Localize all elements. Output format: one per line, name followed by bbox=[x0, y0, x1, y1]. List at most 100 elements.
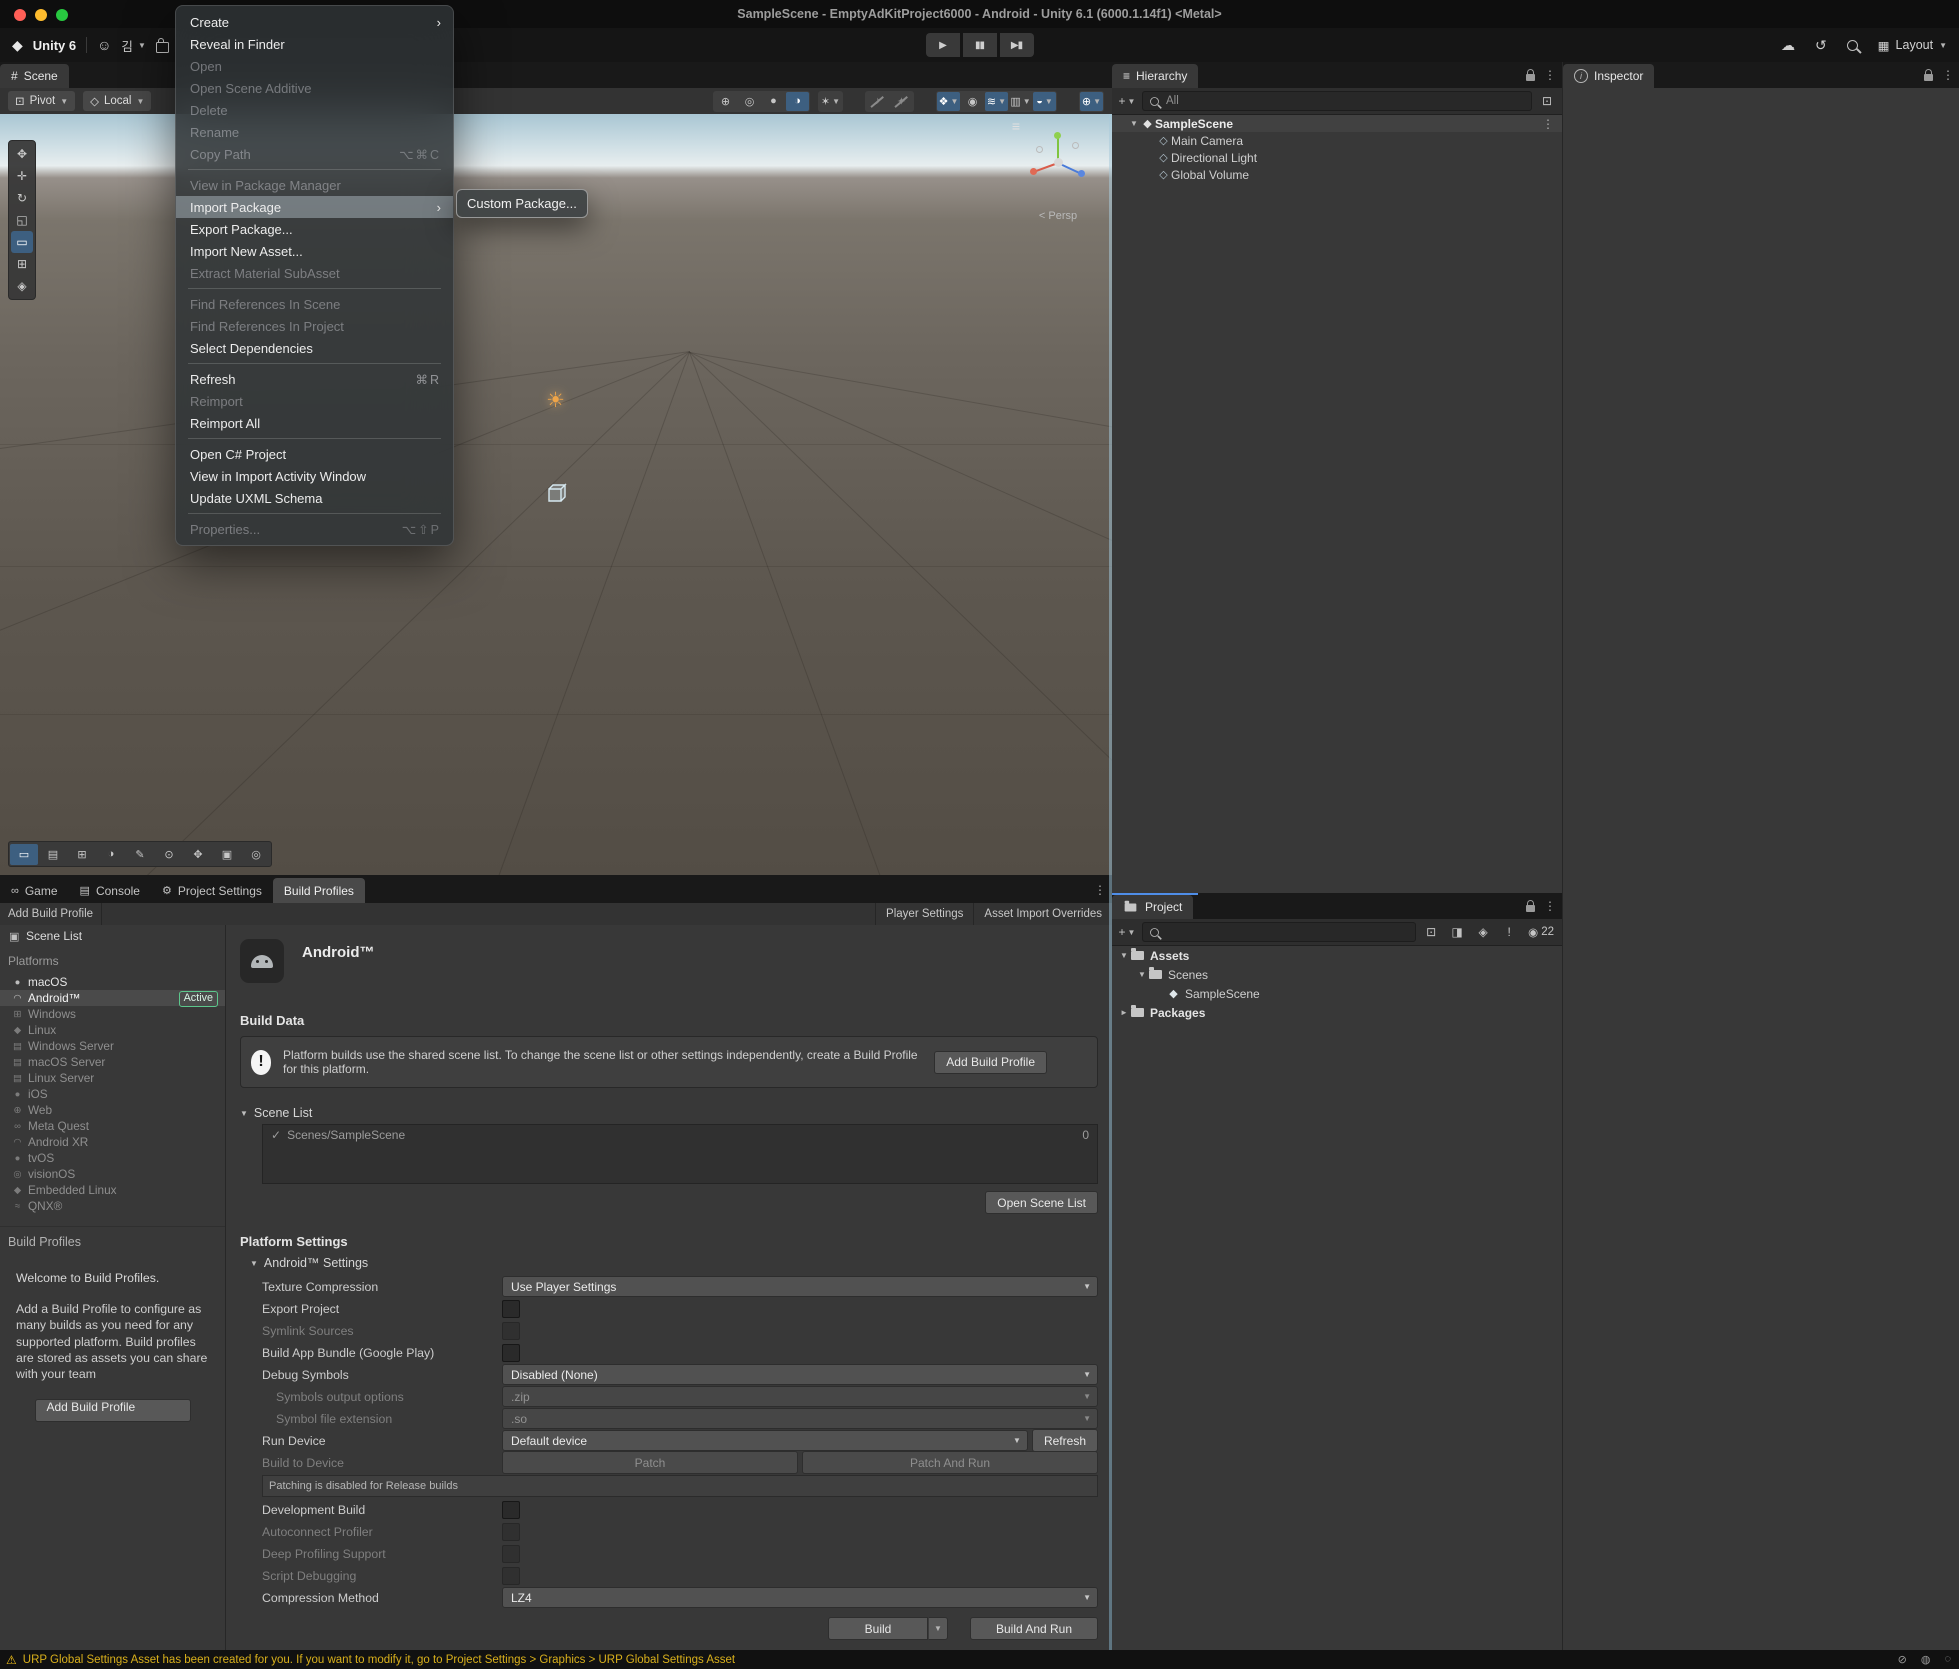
layers-icon[interactable]: ▤ bbox=[39, 844, 67, 865]
visibility-count[interactable]: ◉ 22 bbox=[1524, 925, 1558, 939]
project-row-packages[interactable]: ►Packages bbox=[1112, 1003, 1562, 1022]
foldout-arrow-icon[interactable]: ▼ bbox=[1128, 119, 1140, 128]
scene-cube-icon[interactable] bbox=[543, 480, 569, 511]
notifications-muted-icon[interactable]: ⊘ bbox=[1898, 1653, 1907, 1666]
platform-item-macos[interactable]: ●macOS bbox=[0, 974, 225, 990]
axis-z-tip[interactable] bbox=[1078, 170, 1085, 177]
tab-project-settings[interactable]: ⚙Project Settings bbox=[151, 878, 273, 903]
menu-item-update-uxml-schema[interactable]: Update UXML Schema bbox=[176, 487, 453, 509]
axis-y-tip[interactable] bbox=[1054, 132, 1061, 139]
scene-visibility-icon[interactable]: ◉ bbox=[961, 92, 984, 111]
picker-icon[interactable]: ⊡ bbox=[1536, 91, 1558, 111]
move-tool-icon[interactable]: ✛ bbox=[11, 165, 33, 187]
label-icon[interactable]: ◈ bbox=[1472, 922, 1494, 942]
tab-hierarchy[interactable]: ≡ Hierarchy bbox=[1112, 64, 1198, 88]
close-window-icon[interactable] bbox=[14, 9, 26, 21]
project-search-input[interactable] bbox=[1142, 922, 1416, 942]
project-row-samplescene[interactable]: ◆SampleScene bbox=[1112, 984, 1562, 1003]
platform-item-linux[interactable]: ◆Linux bbox=[0, 1022, 225, 1038]
zoom-window-icon[interactable] bbox=[56, 9, 68, 21]
tab-game[interactable]: ∞Game bbox=[0, 878, 69, 903]
orientation-gizmo[interactable] bbox=[1012, 116, 1104, 208]
log-icon[interactable]: ! bbox=[1498, 922, 1520, 942]
rect-mode-icon[interactable]: ▭ bbox=[10, 844, 38, 865]
pan-icon[interactable]: ✥ bbox=[184, 844, 212, 865]
platform-item-windows[interactable]: ⊞Windows bbox=[0, 1006, 225, 1022]
view-tool-icon[interactable]: ✥ bbox=[11, 143, 33, 165]
account-icon[interactable]: ☺ bbox=[97, 37, 111, 53]
menu-item-open-c-project[interactable]: Open C# Project bbox=[176, 443, 453, 465]
status-bar[interactable]: ⚠ URP Global Settings Asset has been cre… bbox=[0, 1650, 1959, 1669]
camera-preview-icon[interactable]: ◒▼ bbox=[1033, 92, 1056, 111]
compass-icon[interactable]: ◎ bbox=[242, 844, 270, 865]
gizmo-center[interactable] bbox=[1054, 158, 1063, 167]
grid-icon[interactable]: ⊞ bbox=[68, 844, 96, 865]
compression-method-dropdown[interactable]: LZ4▼ bbox=[502, 1587, 1098, 1608]
asset-import-overrides-button[interactable]: Asset Import Overrides bbox=[974, 908, 1112, 920]
platform-item-visionos[interactable]: ◎visionOS bbox=[0, 1166, 225, 1182]
context-submenu-item-custom-package[interactable]: Custom Package... bbox=[456, 189, 588, 218]
debug-symbols-dropdown[interactable]: Disabled (None)▼ bbox=[502, 1364, 1098, 1385]
minimize-window-icon[interactable] bbox=[35, 9, 47, 21]
play-button[interactable]: ▶ bbox=[926, 33, 960, 57]
axis-x-tip[interactable] bbox=[1030, 168, 1037, 175]
menu-item-import-new-asset[interactable]: Import New Asset... bbox=[176, 240, 453, 262]
texture-compression-dropdown[interactable]: Use Player Settings▼ bbox=[502, 1276, 1098, 1297]
android-settings-foldout[interactable]: ▼ Android™ Settings bbox=[250, 1256, 1098, 1270]
project-row-assets[interactable]: ▼Assets bbox=[1112, 946, 1562, 965]
kebab-menu-icon[interactable]: ⋮ bbox=[1544, 899, 1556, 913]
menu-item-reveal-in-finder[interactable]: Reveal in Finder bbox=[176, 33, 453, 55]
tab-scene[interactable]: # Scene bbox=[0, 64, 69, 88]
refresh-button[interactable]: Refresh bbox=[1032, 1429, 1098, 1452]
platform-item-windows-server[interactable]: ▤Windows Server bbox=[0, 1038, 225, 1054]
development-build-checkbox[interactable] bbox=[502, 1501, 520, 1519]
shading-mode-icon[interactable]: ⊕ bbox=[714, 92, 737, 111]
add-build-profile-button[interactable]: Add Build Profile bbox=[35, 1399, 191, 1422]
debug-icon[interactable]: ✶▼ bbox=[819, 92, 842, 111]
menu-item-view-in-import-activity-window[interactable]: View in Import Activity Window bbox=[176, 465, 453, 487]
picker-icon[interactable]: ⊡ bbox=[1420, 922, 1442, 942]
build-app-bundle-google-play-checkbox[interactable] bbox=[502, 1344, 520, 1362]
effects-mute-icon[interactable]: ✦ bbox=[890, 92, 913, 111]
paint-icon[interactable]: ✎ bbox=[126, 844, 154, 865]
platform-item-android[interactable]: ◠Android™Active bbox=[0, 990, 225, 1006]
pivot-dropdown[interactable]: ⊡ Pivot ▼ bbox=[8, 91, 75, 111]
step-button[interactable]: ▶▮ bbox=[1000, 33, 1034, 57]
platform-item-qnx[interactable]: ≈QNX® bbox=[0, 1198, 225, 1214]
rotate-tool-icon[interactable]: ↻ bbox=[11, 187, 33, 209]
skybox-toggle-icon[interactable]: ❖▼ bbox=[937, 92, 960, 111]
lock-icon[interactable] bbox=[1526, 74, 1535, 81]
platform-item-meta-quest[interactable]: ∞Meta Quest bbox=[0, 1118, 225, 1134]
platform-item-macos-server[interactable]: ▤macOS Server bbox=[0, 1054, 225, 1070]
lock-icon[interactable] bbox=[1526, 905, 1535, 912]
gizmos-icon[interactable]: ⊕▼ bbox=[1080, 92, 1103, 111]
rect-tool-icon[interactable]: ▭ bbox=[11, 231, 33, 253]
hierarchy-row-directional-light[interactable]: ◇Directional Light bbox=[1112, 149, 1562, 166]
zoom-icon[interactable]: ⊙ bbox=[155, 844, 183, 865]
add-asset-button[interactable]: + ▼ bbox=[1116, 922, 1138, 942]
camera-icon[interactable]: ▣ bbox=[213, 844, 241, 865]
add-object-button[interactable]: + ▼ bbox=[1116, 91, 1138, 111]
kebab-menu-icon[interactable]: ⋮ bbox=[1942, 68, 1954, 82]
scene-list-foldout[interactable]: ▼ Scene List bbox=[240, 1106, 1098, 1120]
asset-store-bag-icon[interactable] bbox=[156, 42, 169, 53]
tab-inspector[interactable]: i Inspector bbox=[1563, 64, 1654, 88]
menu-item-create[interactable]: Create› bbox=[176, 11, 453, 33]
platform-item-ios[interactable]: ●iOS bbox=[0, 1086, 225, 1102]
sphere-icon[interactable]: ◑ bbox=[97, 844, 125, 865]
kebab-menu-icon[interactable]: ⋮ bbox=[1544, 68, 1556, 82]
status-message[interactable]: URP Global Settings Asset has been creat… bbox=[23, 1654, 735, 1666]
bell-icon[interactable]: ◍ bbox=[1921, 1653, 1931, 1666]
export-project-checkbox[interactable] bbox=[502, 1300, 520, 1318]
check-icon[interactable]: ✓ bbox=[271, 1128, 281, 1142]
platform-item-linux-server[interactable]: ▤Linux Server bbox=[0, 1070, 225, 1086]
audio-mute-icon[interactable]: ♪ bbox=[866, 92, 889, 111]
open-scene-list-button[interactable]: Open Scene List bbox=[985, 1191, 1098, 1214]
platform-item-web[interactable]: ⊕Web bbox=[0, 1102, 225, 1118]
hierarchy-row-global-volume[interactable]: ◇Global Volume bbox=[1112, 166, 1562, 183]
scene-viewport[interactable]: ☀ ✥✛↻◱▭⊞◈ ▭▤⊞◑✎⊙✥▣◎ ≡ < Persp bbox=[0, 114, 1112, 875]
platform-item-tvos[interactable]: ●tvOS bbox=[0, 1150, 225, 1166]
hierarchy-row-main-camera[interactable]: ◇Main Camera bbox=[1112, 132, 1562, 149]
shaded-icon[interactable]: ● bbox=[762, 92, 785, 111]
transform-tool-icon[interactable]: ⊞ bbox=[11, 253, 33, 275]
